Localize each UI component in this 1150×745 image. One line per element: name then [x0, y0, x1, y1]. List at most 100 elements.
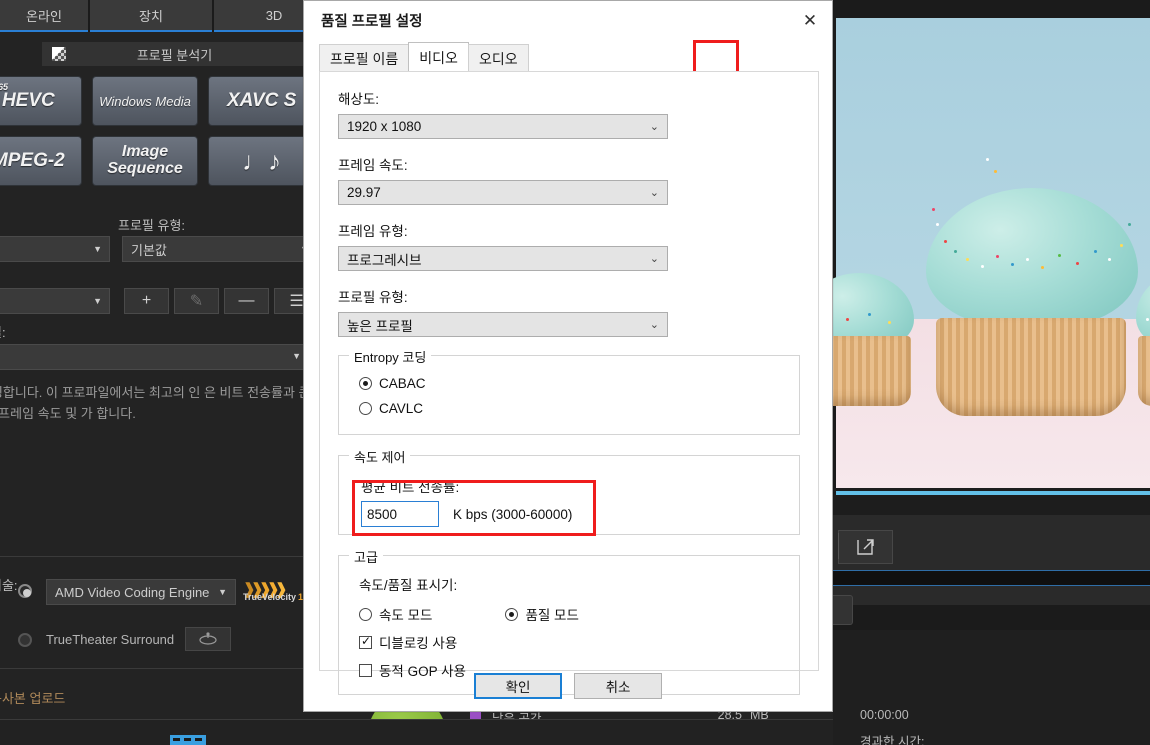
profile-analyzer-button[interactable]: 프로필 분석기	[42, 42, 307, 66]
tab-online-label: 온라인	[26, 6, 62, 25]
music-note-icon: ♩♪	[242, 146, 281, 177]
format-button-image-sequence-label: Image Sequence	[93, 144, 198, 178]
truetheater-settings-button[interactable]	[185, 627, 231, 651]
ok-button[interactable]: 확인	[474, 673, 562, 699]
tab-online[interactable]: 온라인	[0, 0, 88, 32]
preview-inset-bar	[833, 571, 1150, 585]
quality-profile-dialog: 품질 프로필 설정 ✕ 프로필 이름 비디오 오디오 해상도: 1920 x 1…	[303, 0, 833, 712]
tab-audio[interactable]: 오디오	[468, 44, 529, 72]
resolution-label: 해상도:	[338, 88, 800, 108]
tab-video-highlight-box	[693, 40, 739, 74]
elapsed-time-label: 경과한 시간:	[860, 731, 924, 745]
format-button-windows-media-label: Windows Media	[99, 94, 191, 109]
bg-quality-dropdown[interactable]: ▼	[0, 344, 310, 370]
format-button-windows-media[interactable]: Windows Media	[92, 76, 199, 126]
encoding-engine-value: AMD Video Coding Engine	[55, 585, 209, 600]
rate-control-group-title: 속도 제어	[349, 447, 410, 466]
chevron-down-icon: ⌄	[650, 120, 659, 133]
entropy-group-title: Entropy 코딩	[349, 347, 431, 366]
bg-format-select[interactable]: ▼	[0, 236, 110, 262]
frametype-label: 프레임 유형:	[338, 220, 800, 240]
encoding-engine-select[interactable]: AMD Video Coding Engine ▼	[46, 579, 236, 605]
preview-separator	[838, 533, 839, 559]
preview-spacer	[833, 495, 1150, 515]
upload-copy-row[interactable]: 복사본 업로드	[0, 688, 65, 707]
preview-side-button[interactable]	[833, 595, 853, 625]
cupcake-frosting	[926, 188, 1138, 328]
tab-3d-label: 3D	[266, 8, 283, 23]
edit-profile-button[interactable]: ✎	[174, 288, 219, 314]
radio-row-cabac[interactable]: CABAC	[359, 376, 787, 391]
export-frame-icon	[855, 536, 877, 558]
resolution-select[interactable]: 1920 x 1080 ⌄	[338, 114, 668, 139]
profiletype-select[interactable]: 높은 프로필 ⌄	[338, 312, 668, 337]
video-preview-image	[836, 18, 1150, 488]
mode-radio-row: 속도 모드 품질 모드	[359, 604, 787, 624]
preview-export-button[interactable]	[838, 530, 893, 564]
radio-cavlc[interactable]	[359, 402, 372, 415]
chevron-down-icon: ▼	[218, 587, 227, 597]
chevron-down-icon: ⌄	[650, 186, 659, 199]
frametype-value: 프로그레시브	[347, 249, 422, 269]
deblocking-row[interactable]: 디블로킹 사용	[359, 632, 787, 652]
radio-speed-mode[interactable]	[359, 608, 372, 621]
format-button-hevc[interactable]: H.265 HEVC	[0, 76, 82, 126]
quality-mode-wrapper[interactable]: 품질 모드	[505, 604, 578, 624]
cupcake-liner	[1138, 336, 1150, 406]
tab-video[interactable]: 비디오	[408, 42, 469, 72]
radio-quality-mode[interactable]	[505, 608, 518, 621]
resolution-value: 1920 x 1080	[347, 119, 421, 134]
frametype-select[interactable]: 프로그레시브 ⌄	[338, 246, 668, 271]
checkbox-deblocking[interactable]	[359, 636, 372, 649]
technology-label: 기술:	[0, 575, 18, 594]
add-profile-button[interactable]: +	[124, 288, 169, 314]
radio-cabac[interactable]	[359, 377, 372, 390]
format-button-mpeg2[interactable]: MPEG-2	[0, 136, 82, 186]
profiletype-label: 프로필 유형:	[338, 286, 800, 306]
close-icon[interactable]: ✕	[794, 7, 826, 35]
cancel-button[interactable]: 취소	[574, 673, 662, 699]
format-button-grid: H.265 HEVC Windows Media XAVC S MPEG-2 I…	[0, 76, 315, 196]
radio-quality-mode-label: 품질 모드	[525, 604, 578, 624]
framerate-select[interactable]: 29.97 ⌄	[338, 180, 668, 205]
framerate-label: 프레임 속도:	[338, 154, 800, 174]
rate-control-group: 속도 제어 평균 비트 전송률: K bps (3000-60000)	[338, 455, 800, 535]
bg-quality-select[interactable]: 0p (16 Mbps) ▼	[0, 288, 110, 314]
framerate-value: 29.97	[347, 185, 381, 200]
format-button-image-sequence[interactable]: Image Sequence	[92, 136, 199, 186]
bitrate-label: 평균 비트 전송률:	[361, 476, 787, 496]
radio-truetheater-surround[interactable]	[18, 633, 32, 647]
remove-profile-button[interactable]: —	[224, 288, 269, 314]
radio-hardware-encoding[interactable]	[18, 584, 32, 598]
bitrate-unit-label: K bps (3000-60000)	[453, 507, 572, 522]
format-button-audio[interactable]: ♩♪	[208, 136, 315, 186]
speed-quality-indicator-label: 속도/품질 표시기:	[359, 574, 787, 594]
bitrate-input[interactable]	[361, 501, 439, 527]
radio-cabac-label: CABAC	[379, 376, 426, 391]
chevron-down-icon: ⌄	[650, 252, 659, 265]
dialog-body: 해상도: 1920 x 1080 ⌄ 프레임 속도: 29.97 ⌄ 프레임 유…	[319, 71, 819, 671]
truevelocity-brand-text: TrueVelocity	[243, 592, 296, 602]
chevron-down-icon: ▼	[93, 296, 102, 306]
timecode-display: 00:00:00	[860, 708, 909, 722]
preview-divider-bottom	[833, 585, 1150, 586]
timeline-clip-chip[interactable]	[170, 735, 206, 745]
format-button-hevc-label: HEVC	[2, 90, 55, 112]
tab-profile-name[interactable]: 프로필 이름	[319, 44, 409, 72]
format-button-xavc-s[interactable]: XAVC S	[208, 76, 315, 126]
dialog-title: 품질 프로필 설정	[304, 1, 832, 39]
radio-row-cavlc[interactable]: CAVLC	[359, 401, 787, 416]
analyzer-icon	[52, 47, 66, 61]
chevron-down-icon: ▼	[292, 351, 301, 361]
profile-analyzer-label: 프로필 분석기	[137, 45, 212, 64]
bg-profile-type-select[interactable]: 기본값 ▼	[122, 236, 317, 262]
dialog-tabs: 프로필 이름 비디오 오디오	[319, 42, 528, 72]
profile-description: 디오 파일을 인코딩합니다. 이 프로파일에서는 최고의 인 은 비트 전송률과…	[0, 382, 320, 424]
format-button-xavc-s-label: XAVC S	[227, 90, 296, 112]
advanced-group-title: 고급	[349, 547, 383, 566]
preview-footer-panel	[833, 630, 1150, 745]
bg-quality-label: 질:	[0, 322, 6, 341]
truetheater-surround-label: TrueTheater Surround	[46, 632, 174, 647]
tab-device[interactable]: 장치	[90, 0, 212, 32]
hevc-superscript: H.265	[0, 82, 8, 92]
